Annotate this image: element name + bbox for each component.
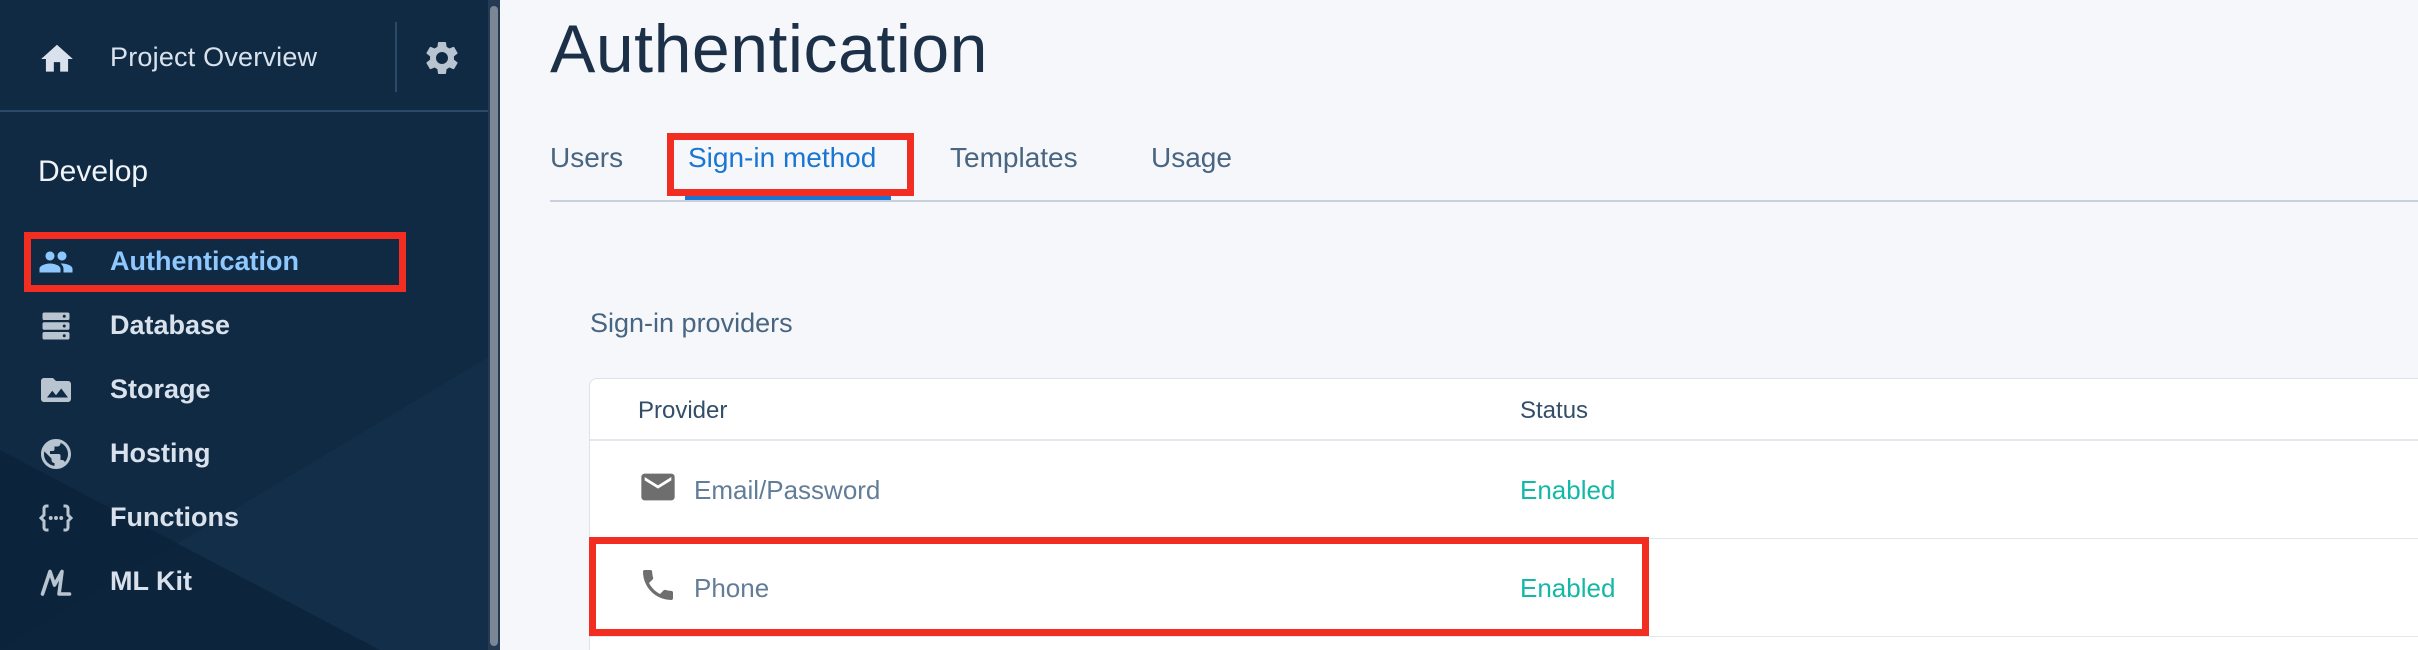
people-icon (39, 251, 73, 273)
sidebar-item-hosting[interactable]: Hosting (0, 424, 488, 484)
project-overview-link[interactable]: Project Overview (110, 42, 317, 73)
header-divider (395, 22, 397, 92)
sidebar-item-ml-kit[interactable]: ML Kit (0, 552, 488, 612)
sidebar-item-label: ML Kit (110, 566, 192, 596)
sidebar-item-database[interactable]: Database (0, 296, 488, 356)
column-header-status: Status (1520, 397, 1589, 424)
tab-users[interactable]: Users (550, 142, 623, 174)
sidebar-item-storage[interactable]: Storage (0, 360, 488, 420)
gear-icon[interactable] (422, 38, 462, 78)
sidebar-header: Project Overview (0, 0, 488, 112)
functions-icon (38, 504, 74, 532)
sidebar-item-authentication[interactable]: Authentication (0, 232, 488, 292)
tab-usage[interactable]: Usage (1151, 142, 1232, 174)
sidebar-scroll-thumb[interactable] (490, 6, 498, 646)
folder-image-icon (41, 378, 71, 402)
sidebar-item-label: Storage (110, 374, 211, 404)
tab-bar: Users Sign-in method Templates Usage (550, 130, 2418, 202)
provider-name: Email/Password (694, 475, 881, 505)
sidebar-item-label: Authentication (110, 246, 299, 276)
provider-status: Enabled (1520, 573, 1616, 603)
active-tab-indicator (685, 192, 891, 200)
column-header-provider: Provider (638, 397, 728, 424)
table-row-email-password[interactable]: Email/Password Enabled (590, 441, 2418, 539)
home-icon[interactable] (38, 40, 76, 78)
tab-sign-in-method[interactable]: Sign-in method (688, 142, 876, 174)
globe-icon (41, 439, 71, 469)
mail-icon (641, 473, 675, 501)
sidebar-item-functions[interactable]: Functions (0, 488, 488, 548)
providers-table: Provider Status Email/Password Enabled P… (589, 378, 2418, 650)
table-row-phone[interactable]: Phone Enabled (590, 539, 2418, 637)
section-title-develop: Develop (38, 155, 149, 188)
provider-status: Enabled (1520, 475, 1616, 505)
sidebar-item-label: Hosting (110, 438, 211, 468)
sidebar: Project Overview Develop Authentication … (0, 0, 500, 650)
sidebar-item-label: Functions (110, 502, 239, 532)
page-title: Authentication (550, 11, 988, 87)
ml-kit-icon (40, 569, 72, 596)
tab-templates[interactable]: Templates (950, 142, 1078, 174)
sidebar-item-label: Database (110, 310, 231, 340)
database-icon (42, 312, 70, 340)
table-header: Provider Status (590, 379, 2418, 441)
provider-name: Phone (694, 573, 770, 603)
section-label-sign-in-providers: Sign-in providers (590, 308, 793, 338)
phone-icon (643, 570, 673, 600)
